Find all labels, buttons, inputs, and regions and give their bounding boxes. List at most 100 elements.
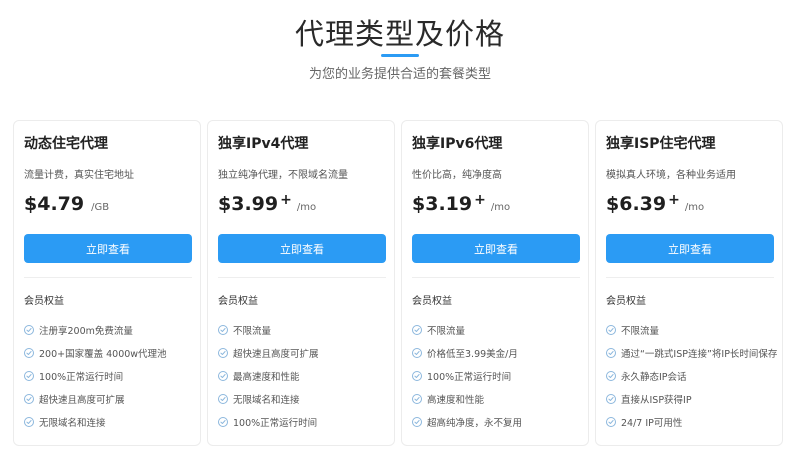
check-circle-icon [24, 324, 34, 335]
benefit-text: 最高速度和性能 [233, 371, 300, 383]
plan-price: $3.99 + /mo [218, 192, 317, 215]
plan-price: $6.39 + /mo [606, 192, 705, 215]
benefit-text: 注册享200m免费流量 [39, 325, 133, 337]
pricing-cards: 动态住宅代理 流量计费，真实住宅地址 $4.79/GB 立即查看 会员权益 注册… [13, 120, 785, 446]
check-circle-icon [24, 416, 34, 427]
benefits-label: 会员权益 [412, 296, 452, 307]
benefits-list: 不限流量超快速且高度可扩展 最高速度和性能 无限域名和连接 100%正常运行时间 [218, 318, 319, 433]
divider [218, 277, 386, 278]
check-circle-icon [606, 324, 616, 335]
benefit-text: 无限域名和连接 [233, 394, 300, 406]
check-circle-icon [218, 416, 228, 427]
check-circle-icon [218, 347, 228, 358]
plan-description: 独立纯净代理，不限域名流量 [218, 170, 348, 181]
benefit-text: 不限流量 [427, 325, 466, 337]
benefit-item: 100%正常运行时间 [412, 364, 522, 387]
benefit-text: 24/7 IP可用性 [621, 417, 683, 429]
benefit-item: 通过“一跳式ISP连接”将IP长时间保存 [606, 341, 777, 364]
benefit-text: 超快速且高度可扩展 [233, 348, 319, 360]
benefit-text: 直接从ISP获得IP [621, 394, 692, 406]
benefit-item: 高速度和性能 [412, 387, 522, 410]
check-circle-icon [412, 370, 422, 381]
check-circle-icon [218, 324, 228, 335]
benefit-item: 不限流量 [412, 318, 522, 341]
check-circle-icon [24, 370, 34, 381]
benefit-text: 100%正常运行时间 [233, 417, 318, 429]
check-circle-icon [218, 370, 228, 381]
benefit-text: 超快速且高度可扩展 [39, 394, 125, 406]
benefit-text: 价格低至3.99美金/月 [427, 348, 518, 360]
check-circle-icon [412, 347, 422, 358]
benefit-item: 200+国家覆盖 4000w代理池 [24, 341, 167, 364]
plan-price: $4.79/GB [24, 193, 109, 215]
benefits-label: 会员权益 [24, 296, 64, 307]
plan-description: 模拟真人环境，各种业务适用 [606, 170, 736, 181]
price-amount: $3.19 [412, 193, 473, 215]
benefit-text: 100%正常运行时间 [427, 371, 512, 383]
benefit-text: 高速度和性能 [427, 394, 485, 406]
benefit-item: 价格低至3.99美金/月 [412, 341, 522, 364]
title-underline [381, 54, 419, 57]
plan-name: 动态住宅代理 [24, 136, 108, 152]
benefit-text: 不限流量 [233, 325, 272, 337]
check-circle-icon [24, 393, 34, 404]
view-now-button[interactable]: 立即查看 [24, 234, 192, 263]
benefit-text: 通过“一跳式ISP连接”将IP长时间保存 [621, 348, 778, 360]
benefit-text: 100%正常运行时间 [39, 371, 124, 383]
benefits-label: 会员权益 [606, 296, 646, 307]
benefit-item: 注册享200m免费流量 [24, 318, 167, 341]
benefit-item: 超快速且高度可扩展 [218, 341, 319, 364]
divider [412, 277, 580, 278]
view-now-button[interactable]: 立即查看 [606, 234, 774, 263]
benefit-item: 永久静态IP会话 [606, 364, 777, 387]
plan-description: 流量计费，真实住宅地址 [24, 170, 134, 181]
page-title: 代理类型及价格 [294, 17, 505, 51]
price-plus: + [280, 192, 292, 208]
benefit-text: 不限流量 [621, 325, 660, 337]
benefit-item: 不限流量 [606, 318, 777, 341]
benefit-item: 不限流量 [218, 318, 319, 341]
check-circle-icon [412, 324, 422, 335]
view-now-button[interactable]: 立即查看 [412, 234, 580, 263]
benefit-item: 直接从ISP获得IP [606, 387, 777, 410]
benefit-item: 超快速且高度可扩展 [24, 387, 167, 410]
check-circle-icon [606, 370, 616, 381]
benefits-label: 会员权益 [218, 296, 258, 307]
check-circle-icon [606, 416, 616, 427]
price-unit: /mo [296, 202, 317, 213]
price-unit: /mo [684, 202, 705, 213]
benefit-item: 24/7 IP可用性 [606, 410, 777, 433]
plan-name: 独享IPv4代理 [218, 136, 309, 152]
benefit-text: 永久静态IP会话 [621, 371, 687, 383]
price-unit: /mo [490, 202, 511, 213]
price-amount: $4.79 [24, 193, 85, 215]
divider [24, 277, 192, 278]
benefit-text: 超高纯净度，永不复用 [427, 417, 523, 429]
check-circle-icon [24, 347, 34, 358]
price-amount: $6.39 [606, 193, 667, 215]
benefits-list: 不限流量通过“一跳式ISP连接”将IP长时间保存 永久静态IP会话 直接从ISP获得… [606, 318, 777, 433]
check-circle-icon [606, 347, 616, 358]
view-now-button[interactable]: 立即查看 [218, 234, 386, 263]
pricing-card-2: 独享IPv4代理 独立纯净代理，不限域名流量 $3.99 + /mo 立即查看 会员… [207, 120, 395, 446]
plan-description: 性价比高，纯净度高 [412, 170, 502, 181]
benefit-item: 100%正常运行时间 [218, 410, 319, 433]
page-subtitle: 为您的业务提供合适的套餐类型 [308, 67, 491, 82]
price-unit: /GB [91, 202, 110, 213]
check-circle-icon [412, 393, 422, 404]
check-circle-icon [218, 393, 228, 404]
benefit-text: 无限域名和连接 [39, 417, 106, 429]
pricing-card-3: 独享IPv6代理 性价比高，纯净度高 $3.19 + /mo 立即查看 会员权益 不… [401, 120, 589, 446]
benefit-text: 200+国家覆盖 4000w代理池 [39, 348, 167, 360]
price-plus: + [668, 192, 680, 208]
benefits-list: 注册享200m免费流量 200+国家覆盖 4000w代理池 100%正常运行时间 超快… [24, 318, 167, 433]
benefits-list: 不限流量价格低至3.99美金/月 100%正常运行时间 高速度和性能超高纯净度，永不… [412, 318, 522, 433]
plan-name: 独享IPv6代理 [412, 136, 503, 152]
check-circle-icon [606, 393, 616, 404]
benefit-item: 最高速度和性能 [218, 364, 319, 387]
benefit-item: 100%正常运行时间 [24, 364, 167, 387]
benefit-item: 无限域名和连接 [218, 387, 319, 410]
price-amount: $3.99 [218, 193, 279, 215]
pricing-card-1: 动态住宅代理 流量计费，真实住宅地址 $4.79/GB 立即查看 会员权益 注册… [13, 120, 201, 446]
plan-name: 独享ISP住宅代理 [606, 136, 716, 152]
